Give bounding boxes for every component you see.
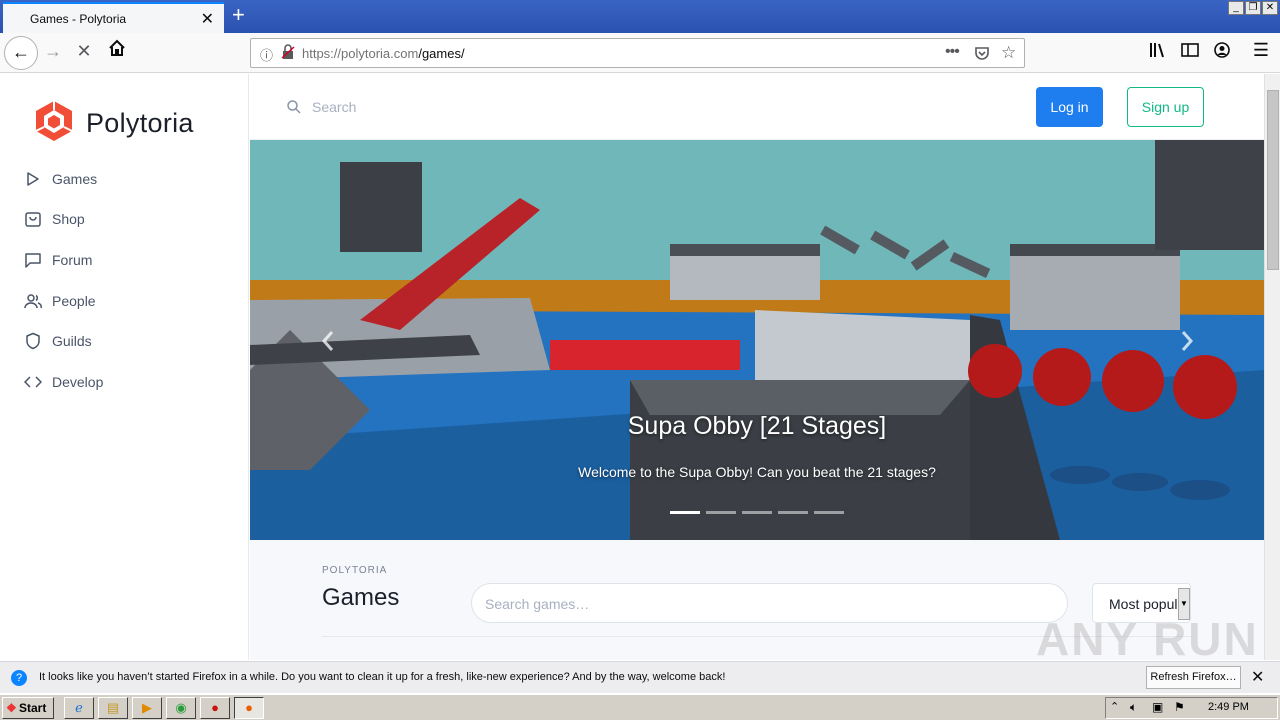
chat-icon xyxy=(25,253,41,268)
ie-icon[interactable]: ℯ xyxy=(64,697,94,719)
account-icon[interactable] xyxy=(1211,42,1233,63)
search-icon xyxy=(287,100,301,114)
restore-icon[interactable]: ❐ xyxy=(1245,1,1261,15)
media-player-icon[interactable]: ▶ xyxy=(132,697,162,719)
section-eyebrow: POLYTORIA xyxy=(322,565,388,576)
carousel-indicator[interactable] xyxy=(670,511,700,514)
carousel-indicator[interactable] xyxy=(778,511,808,514)
featured-game-image xyxy=(250,140,1264,540)
refresh-firefox-button[interactable]: Refresh Firefox… xyxy=(1146,666,1241,689)
notification-bar: ? It looks like you haven’t started Fire… xyxy=(0,661,1280,693)
play-icon xyxy=(27,172,39,186)
polytoria-logo-icon[interactable] xyxy=(34,100,74,147)
opera-icon[interactable]: ● xyxy=(200,697,230,719)
url-text: https://polytoria.com/games/ xyxy=(302,46,465,61)
sidebar-item-label: Games xyxy=(52,171,98,187)
menu-icon[interactable]: ☰ xyxy=(1250,40,1272,61)
login-button[interactable]: Log in xyxy=(1036,87,1103,127)
sidebar-item-label: People xyxy=(52,293,96,309)
brand-name[interactable]: Polytoria xyxy=(86,108,194,139)
carousel-indicator[interactable] xyxy=(814,511,844,514)
sidebar-item-label: Guilds xyxy=(52,333,92,349)
windows-logo-icon: ❖ xyxy=(6,701,17,715)
lock-icon[interactable] xyxy=(281,44,295,65)
back-icon[interactable]: ← xyxy=(4,36,38,70)
signup-button[interactable]: Sign up xyxy=(1127,87,1204,127)
featured-game-carousel[interactable]: Supa Obby [21 Stages] Welcome to the Sup… xyxy=(250,140,1264,540)
system-tray: ⌃ 🔈︎ ▣ ⚑ xyxy=(1105,697,1278,719)
watermark: ANY RUN xyxy=(1036,613,1259,665)
home-icon[interactable] xyxy=(106,39,128,62)
library-icon[interactable] xyxy=(1147,42,1169,63)
star-icon[interactable]: ☆ xyxy=(1001,43,1016,63)
sidebar-icon[interactable] xyxy=(1179,42,1201,63)
explorer-icon[interactable]: ▤ xyxy=(98,697,128,719)
carousel-next-icon[interactable] xyxy=(1175,326,1199,356)
scrollbar-thumb[interactable] xyxy=(1267,90,1279,270)
url-bar[interactable]: ⓘ https://polytoria.com/games/ ••• ☆ xyxy=(250,38,1025,68)
notification-close-icon[interactable]: ✕ xyxy=(1251,667,1264,687)
forward-icon[interactable]: → xyxy=(42,41,64,62)
help-icon: ? xyxy=(11,670,27,686)
sidebar: Polytoria Games Shop Forum People Guilds… xyxy=(0,74,249,660)
more-icon[interactable]: ••• xyxy=(945,43,960,61)
tab-close-icon[interactable]: ✕ xyxy=(201,9,214,29)
network-icon[interactable]: ▣ xyxy=(1152,700,1163,714)
tab-title: Games - Polytoria xyxy=(30,12,127,26)
featured-game-title[interactable]: Supa Obby [21 Stages] xyxy=(250,412,1264,441)
shield-icon xyxy=(26,332,40,350)
notification-message: It looks like you haven’t started Firefo… xyxy=(39,671,726,683)
bag-icon xyxy=(25,212,41,227)
sidebar-item-label: Shop xyxy=(52,211,85,227)
firefox-taskbar-icon[interactable]: ● xyxy=(234,697,264,719)
new-tab-icon[interactable]: + xyxy=(232,2,245,28)
tab-games-polytoria[interactable]: Games - Polytoria ✕ xyxy=(3,2,224,33)
pocket-icon[interactable] xyxy=(974,45,990,66)
carousel-indicator[interactable] xyxy=(742,511,772,514)
chrome-icon[interactable]: ◉ xyxy=(166,697,196,719)
info-icon[interactable]: ⓘ xyxy=(260,45,273,64)
page-title: Games xyxy=(322,584,400,611)
window-close-icon[interactable]: ✕ xyxy=(1262,1,1278,15)
sidebar-item-label: Forum xyxy=(52,252,93,268)
tray-expand-icon[interactable]: ⌃ xyxy=(1110,700,1119,713)
page-viewport: Polytoria Games Shop Forum People Guilds… xyxy=(0,74,1264,660)
carousel-indicator[interactable] xyxy=(706,511,736,514)
page-scrollbar[interactable] xyxy=(1264,74,1280,660)
taskbar: ❖ Start ℯ ▤ ▶ ◉ ● ● ⌃ 🔈︎ ▣ ⚑ 2:49 PM xyxy=(0,694,1280,720)
start-button[interactable]: ❖ Start xyxy=(2,697,54,719)
games-search-input[interactable]: Search games… xyxy=(471,583,1068,623)
minimize-icon[interactable]: _ xyxy=(1228,1,1244,15)
site-search-input[interactable]: Search xyxy=(312,99,356,115)
volume-icon[interactable]: 🔈︎ xyxy=(1130,700,1137,715)
carousel-prev-icon[interactable] xyxy=(316,326,340,356)
sidebar-item-label: Develop xyxy=(52,374,104,390)
tab-strip: Games - Polytoria ✕ + _ ❐ ✕ xyxy=(0,0,1280,33)
site-header: Search Log in Sign up xyxy=(250,74,1264,140)
nav-toolbar: ← → ✕ ⓘ https://polytoria.com/games/ •••… xyxy=(0,33,1280,73)
games-search-placeholder: Search games… xyxy=(485,596,590,612)
people-icon xyxy=(24,294,42,309)
flag-icon[interactable]: ⚑ xyxy=(1174,700,1185,714)
clock[interactable]: 2:49 PM xyxy=(1208,701,1249,713)
code-icon xyxy=(24,376,42,388)
start-label: Start xyxy=(19,701,47,715)
stop-icon[interactable]: ✕ xyxy=(73,41,95,62)
featured-game-description: Welcome to the Supa Obby! Can you beat t… xyxy=(578,464,936,480)
